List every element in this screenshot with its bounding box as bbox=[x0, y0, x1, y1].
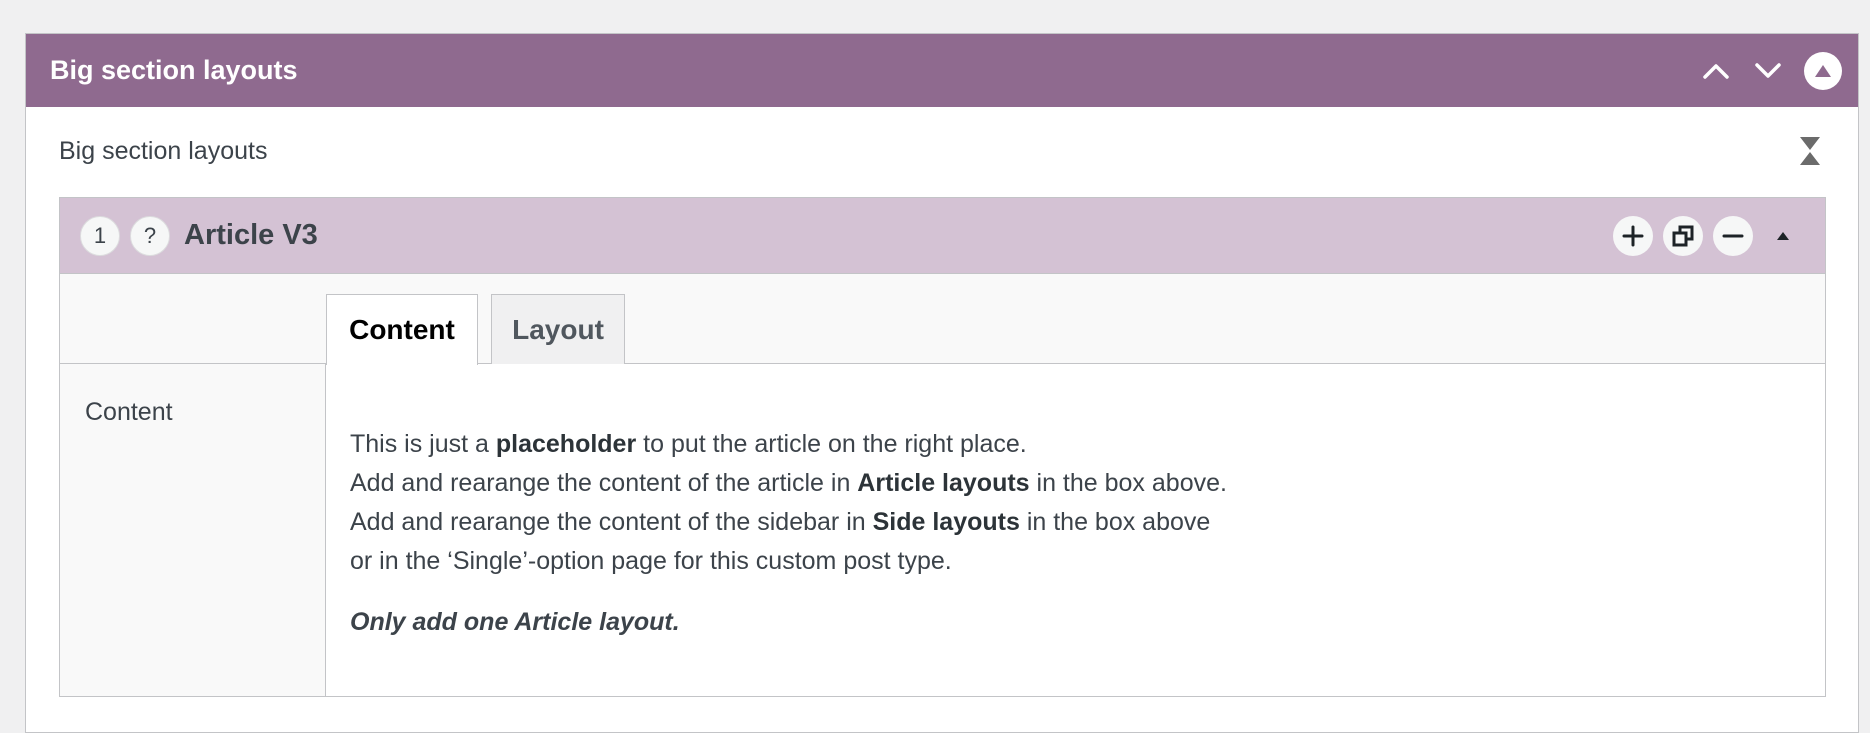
collapse-all-icon[interactable] bbox=[1795, 134, 1825, 168]
header-actions bbox=[1700, 51, 1842, 90]
layout-handle-left: 1 ? Article V3 bbox=[80, 215, 318, 256]
message-line-1: This is just a placeholder to put the ar… bbox=[350, 430, 1027, 458]
postbox-header: Big section layouts bbox=[26, 34, 1858, 107]
toggle-panel-icon[interactable] bbox=[1804, 51, 1842, 90]
message-line-4: or in the ‘Single’-option page for this … bbox=[350, 547, 952, 575]
flexible-layout: 1 ? Article V3 Content Layout Content Th… bbox=[59, 197, 1826, 697]
layout-handle[interactable]: 1 ? Article V3 bbox=[60, 198, 1825, 274]
layout-actions bbox=[1613, 215, 1803, 256]
remove-icon[interactable] bbox=[1713, 215, 1753, 256]
placeholder-message: This is just a placeholder to put the ar… bbox=[350, 425, 1550, 642]
message-line-3: Add and rearange the content of the side… bbox=[350, 508, 1211, 536]
field-label: Big section layouts bbox=[59, 136, 268, 165]
layout-help-badge[interactable]: ? bbox=[130, 215, 170, 256]
collapse-caret-icon[interactable] bbox=[1763, 216, 1803, 256]
layout-title: Article V3 bbox=[184, 219, 318, 251]
content-field-label: Content bbox=[85, 398, 173, 426]
tab-content[interactable]: Content bbox=[326, 294, 478, 365]
tabs-row: Content Layout bbox=[60, 274, 1825, 365]
message-line-2: Add and rearange the content of the arti… bbox=[350, 469, 1227, 497]
message-note: Only add one Article layout. bbox=[350, 608, 680, 636]
duplicate-icon[interactable] bbox=[1663, 215, 1703, 256]
content-label-column: Content bbox=[60, 364, 326, 696]
postbox: Big section layouts Big section layouts … bbox=[25, 33, 1859, 733]
move-down-icon[interactable] bbox=[1752, 55, 1784, 87]
field-row: Big section layouts bbox=[59, 134, 1825, 168]
move-up-icon[interactable] bbox=[1700, 55, 1732, 87]
tab-layout[interactable]: Layout bbox=[491, 294, 625, 364]
add-icon[interactable] bbox=[1613, 215, 1653, 256]
layout-order-badge[interactable]: 1 bbox=[80, 215, 120, 256]
postbox-title: Big section layouts bbox=[50, 55, 298, 85]
